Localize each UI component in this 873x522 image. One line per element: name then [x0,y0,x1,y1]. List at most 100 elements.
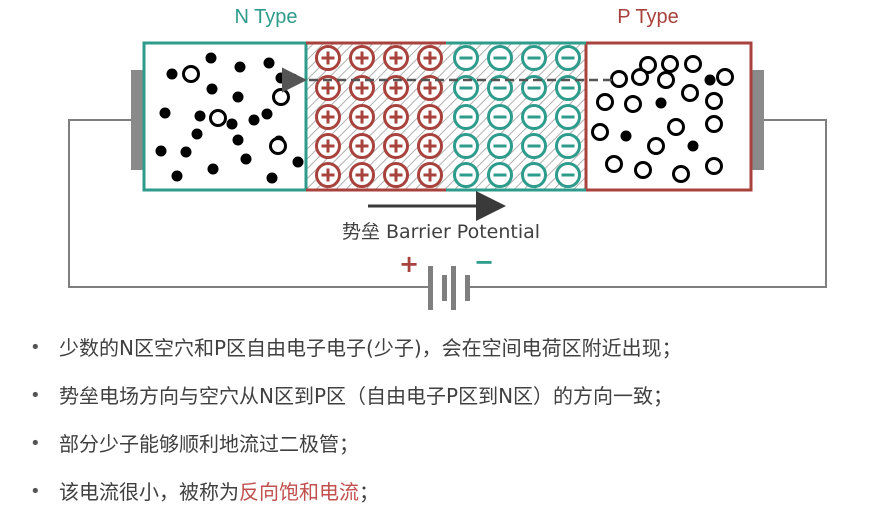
bullet-text: 该电流很小，被称为 [59,480,239,504]
pn-junction-diagram: N Type P Type 势垒 Barrier Potential + − [68,6,827,310]
hole [672,165,690,183]
positive-ion [315,45,341,71]
electron [263,57,275,69]
negative-ion [453,133,479,159]
p-region-carriers [591,55,734,183]
positive-ion [383,162,409,188]
negative-ion [453,162,479,188]
hole [647,137,665,155]
hole [634,161,652,179]
positive-ion [417,133,443,159]
positive-ion [349,45,375,71]
negative-ion [453,45,479,71]
electron [232,91,244,103]
negative-ion [487,162,513,188]
bullet-item: • 部分少子能够顺利地流过二极管； [26,426,866,474]
hole [610,70,628,88]
n-region-carriers [155,52,304,184]
hole [657,71,675,89]
bullet-suffix: ； [359,480,379,504]
electron [655,97,667,109]
negative-ion [521,45,547,71]
positive-ion [417,45,443,71]
hole [605,155,623,173]
electron [248,114,260,126]
negative-ion [555,162,581,188]
hole [591,123,609,141]
battery-minus-sign: − [474,248,494,276]
hole [209,109,227,127]
bullet-text: 势垒电场方向与空穴从N区到P区（自由电子P区到N区）的方向一致； [59,384,674,408]
negative-ion [555,45,581,71]
bullet-item: • 势垒电场方向与空穴从N区到P区（自由电子P区到N区）的方向一致； [26,378,866,426]
hole [716,68,734,86]
electron [159,107,171,119]
hole [269,137,287,155]
negative-ion [555,104,581,130]
hole [661,55,679,73]
negative-ion [555,133,581,159]
hole [624,95,642,113]
electron [180,146,192,158]
electron [207,163,219,175]
left-electrode [131,70,143,170]
hole [667,118,685,136]
hole [631,68,649,86]
right-electrode [752,70,764,170]
electron [687,140,699,152]
electron [171,170,183,182]
hole [705,92,723,110]
positive-ion [315,104,341,130]
p-type-label: P Type [617,6,679,28]
positive-ion [349,133,375,159]
bullet-item: • 少数的N区空穴和P区自由电子电子(少子)，会在空间电荷区附近出现； [26,330,866,378]
battery-plus-sign: + [399,250,419,278]
positive-ion [383,104,409,130]
electron [266,172,278,184]
hole [182,65,200,83]
hole [681,84,699,102]
negative-ion [453,104,479,130]
electron [205,52,217,64]
electron [234,61,246,73]
bullet-dot: • [30,481,41,502]
electron [240,153,252,165]
positive-ion [349,162,375,188]
electron [166,68,178,80]
bullet-dot: • [30,385,41,406]
hole [705,115,723,133]
negative-ion [521,104,547,130]
negative-ion [487,133,513,159]
positive-ion [383,45,409,71]
electron [275,72,287,84]
electron [620,130,632,142]
bullet-item: • 该电流很小，被称为反向饱和电流； [26,474,866,522]
electron [704,74,716,86]
bullet-dot: • [30,433,41,454]
barrier-potential-label: 势垒 Barrier Potential [342,221,540,243]
positive-ion [383,133,409,159]
electron [226,118,238,130]
hole [596,93,614,111]
negative-ion [487,104,513,130]
electron [206,83,218,95]
bullet-list: • 少数的N区空穴和P区自由电子电子(少子)，会在空间电荷区附近出现； • 势垒电场… [26,330,866,522]
bullet-dot: • [30,337,41,358]
electron [232,134,244,146]
positive-ion [315,133,341,159]
positive-ion [315,162,341,188]
negative-ion [521,133,547,159]
battery [428,266,470,310]
hole [705,157,723,175]
hole [684,55,702,73]
electron [261,108,273,120]
electron [292,156,304,168]
positive-ion [349,104,375,130]
highlight-term: 反向饱和电流 [239,480,359,504]
electron [155,145,167,157]
positive-ion [417,104,443,130]
n-type-label: N Type [235,6,298,28]
positive-ion [417,162,443,188]
electron [194,110,206,122]
negative-ion [487,45,513,71]
